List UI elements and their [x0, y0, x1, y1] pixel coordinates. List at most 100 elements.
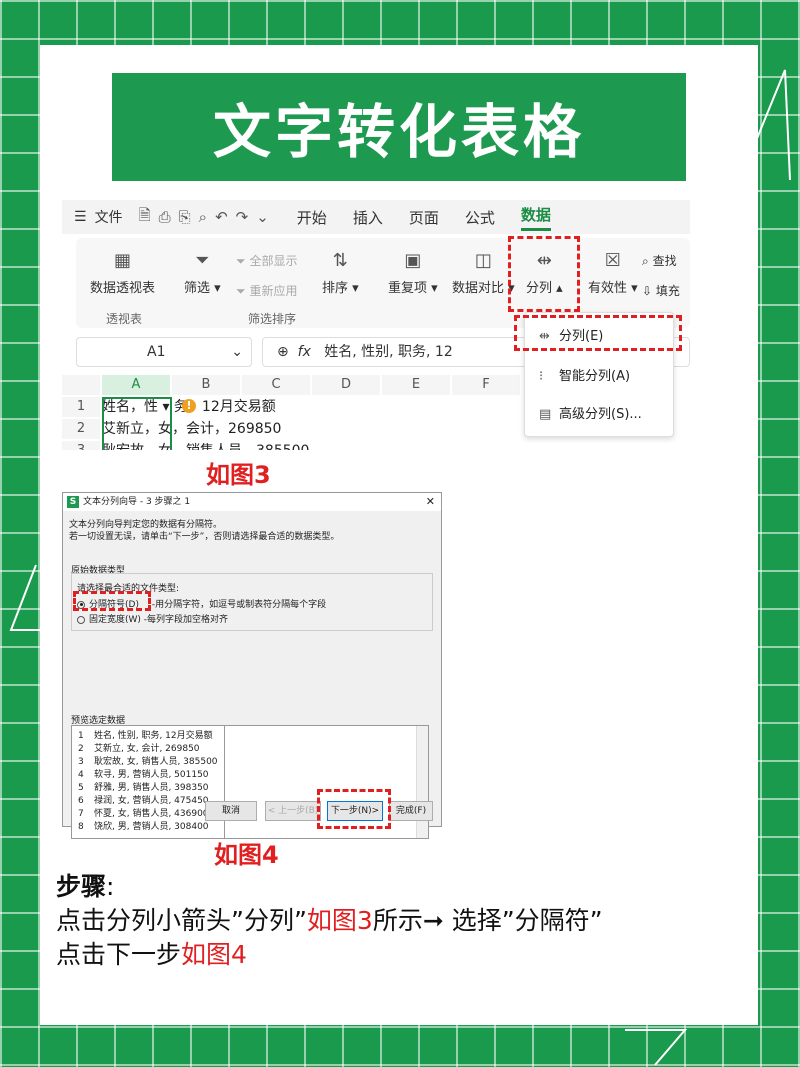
radio-fixed-width[interactable]: 固定宽度(W) -每列字段加空格对齐	[77, 612, 228, 625]
list-item: 5 舒雅, 男, 销售人员, 398350	[78, 783, 209, 793]
funnel-icon: ⏷	[195, 250, 210, 271]
tab-page[interactable]: 页面	[409, 207, 439, 228]
menu-item-smart-split[interactable]: ⁝ 智能分列(A)	[539, 365, 630, 384]
menu-item-advanced-split-label: 高级分列(S)...	[559, 407, 642, 422]
warning-icon[interactable]: !	[182, 399, 196, 413]
list-item: 1 姓名, 性别, 职务, 12月交易额	[78, 731, 213, 741]
finish-button[interactable]: 完成(F)	[389, 801, 433, 821]
formula-text: 姓名, 性别, 职务, 12	[324, 344, 453, 360]
fx-icon: fx	[297, 344, 311, 360]
figure-label-3: 如图3	[206, 461, 271, 489]
step-line-1b: 如图3	[306, 906, 373, 935]
list-item: 7 怀夏, 女, 销售人员, 436900	[78, 809, 209, 819]
tab-home[interactable]: 开始	[297, 207, 327, 228]
col-header-a[interactable]: A	[102, 375, 170, 395]
duplicates-label: 重复项	[388, 281, 428, 296]
radio-delimited-desc: -用分隔字符，如逗号或制表符分隔每个字段	[151, 600, 327, 610]
find-icon: ⌕	[642, 254, 649, 268]
undo-icon[interactable]: ↶	[215, 208, 228, 226]
sort-button[interactable]: ⇅ 排序 ▾	[322, 250, 359, 296]
row-header[interactable]: 1	[62, 397, 100, 417]
reapply-label: 重新应用	[249, 284, 298, 298]
row-header[interactable]: 3	[62, 441, 100, 450]
col-header-e[interactable]: E	[382, 375, 450, 395]
pivot-icon: ▦	[114, 250, 132, 271]
step-line-2b: 如图4	[181, 940, 247, 969]
show-all-label: 全部显示	[249, 254, 298, 268]
reapply-button[interactable]: ⏷ 重新应用	[236, 282, 297, 299]
funnel-reapply-icon: ⏷	[236, 284, 246, 298]
figure-label-4: 如图4	[214, 841, 279, 869]
steps-title: 步骤	[56, 872, 107, 901]
compare-icon: ◫	[474, 250, 492, 271]
radio-unselected-icon	[77, 615, 85, 624]
menu-item-smart-split-label: 智能分列(A)	[559, 369, 631, 384]
dialog-titlebar: S 文本分列向导 - 3 步骤之 1 ✕	[63, 493, 441, 511]
list-item: 3 耿宏故, 女, 销售人员, 385500	[78, 757, 218, 767]
list-item: 4 软寻, 男, 营销人员, 501150	[78, 770, 209, 780]
redo-icon[interactable]: ↷	[236, 208, 249, 226]
steps-colon: :	[106, 872, 115, 901]
menu-icon[interactable]: ☰	[74, 209, 87, 225]
chevron-down-icon[interactable]: ⌄	[231, 338, 243, 366]
fill-icon: ⇩	[642, 284, 653, 298]
show-all-button[interactable]: ⏷ 全部显示	[236, 252, 297, 269]
filter-sort-group-label: 筛选排序	[248, 312, 297, 326]
col-header-f[interactable]: F	[452, 375, 520, 395]
duplicates-icon: ▣	[404, 250, 422, 271]
prev-button[interactable]: < 上一步(B)	[265, 801, 321, 821]
compare-button[interactable]: ◫ 数据对比 ▾	[452, 250, 515, 296]
corner-cell[interactable]	[62, 375, 100, 395]
preview-divider	[224, 726, 225, 838]
col-header-b[interactable]: B	[172, 375, 240, 395]
list-item: 6 禄润, 女, 营销人员, 475450	[78, 796, 209, 806]
sort-label: 排序	[322, 281, 349, 296]
filter-button[interactable]: ⏷ 筛选 ▾	[184, 250, 221, 296]
fill-label: 填充	[655, 284, 680, 298]
print-icon[interactable]: ⎘	[179, 208, 191, 226]
name-box[interactable]: A1 ⌄	[76, 337, 252, 367]
radio-fixed-desc: -每列字段加空格对齐	[143, 615, 229, 625]
validity-button[interactable]: ☒ 有效性 ▾	[588, 250, 638, 296]
preview-scrollbar[interactable]	[416, 726, 428, 838]
sort-icon: ⇅	[332, 250, 348, 271]
menu-bar: ☰ 文件 🗎 ⎙ ⎘ ⌕ ↶ ↷ ⌄ 开始 插入 页面 公式 数据	[62, 200, 690, 234]
selected-range	[102, 397, 172, 450]
preview-icon[interactable]: ⌕	[199, 208, 207, 226]
steps-text: 步骤: 点击分列小箭头”分列”如图3所示➞ 选择”分隔符” 点击下一步如图4	[56, 870, 603, 972]
validity-label: 有效性	[588, 281, 628, 296]
find-label: 查找	[652, 254, 677, 268]
cancel-button[interactable]: 取消	[205, 801, 257, 821]
fill-button[interactable]: ⇩ 填充	[642, 282, 680, 299]
tab-insert[interactable]: 插入	[353, 207, 383, 228]
find-button[interactable]: ⌕ 查找	[642, 252, 677, 269]
pivot-table-button[interactable]: ▦ 数据透视表	[90, 250, 155, 296]
save-icon[interactable]: 🗎	[139, 205, 151, 230]
zoom-icon: ⊕	[277, 344, 289, 360]
compare-label: 数据对比	[452, 281, 505, 296]
filter-label: 筛选	[184, 281, 211, 296]
more-icon[interactable]: ⌄	[256, 208, 269, 226]
export-icon[interactable]: ⎙	[159, 208, 171, 226]
excel-screenshot: ☰ 文件 🗎 ⎙ ⎘ ⌕ ↶ ↷ ⌄ 开始 插入 页面 公式 数据 ▦ 数据透视…	[62, 200, 690, 450]
duplicates-button[interactable]: ▣ 重复项 ▾	[388, 250, 438, 296]
dialog-title: 文本分列向导 - 3 步骤之 1	[83, 497, 191, 507]
tab-data[interactable]: 数据	[520, 204, 551, 231]
highlight-delimiter-option	[73, 591, 151, 611]
menu-item-advanced-split[interactable]: ▤ 高级分列(S)...	[539, 403, 642, 422]
file-menu[interactable]: 文件	[95, 207, 123, 227]
col-header-d[interactable]: D	[312, 375, 380, 395]
app-logo-icon: S	[67, 496, 79, 508]
step-line-1a: 点击分列小箭头”分列”	[56, 906, 307, 935]
text-split-wizard-dialog: S 文本分列向导 - 3 步骤之 1 ✕ 文本分列向导判定您的数据有分隔符。 若…	[62, 492, 442, 839]
highlight-split-menu-item	[514, 315, 682, 351]
highlight-next-button	[317, 789, 391, 829]
pivot-group-label: 透视表	[106, 312, 143, 326]
row-header[interactable]: 2	[62, 419, 100, 439]
radio-fixed-label: 固定宽度(W)	[89, 615, 141, 625]
close-icon[interactable]: ✕	[426, 493, 435, 511]
highlight-split-button	[508, 236, 580, 312]
tab-formula[interactable]: 公式	[465, 207, 495, 228]
col-header-c[interactable]: C	[242, 375, 310, 395]
pivot-label: 数据透视表	[90, 281, 156, 296]
